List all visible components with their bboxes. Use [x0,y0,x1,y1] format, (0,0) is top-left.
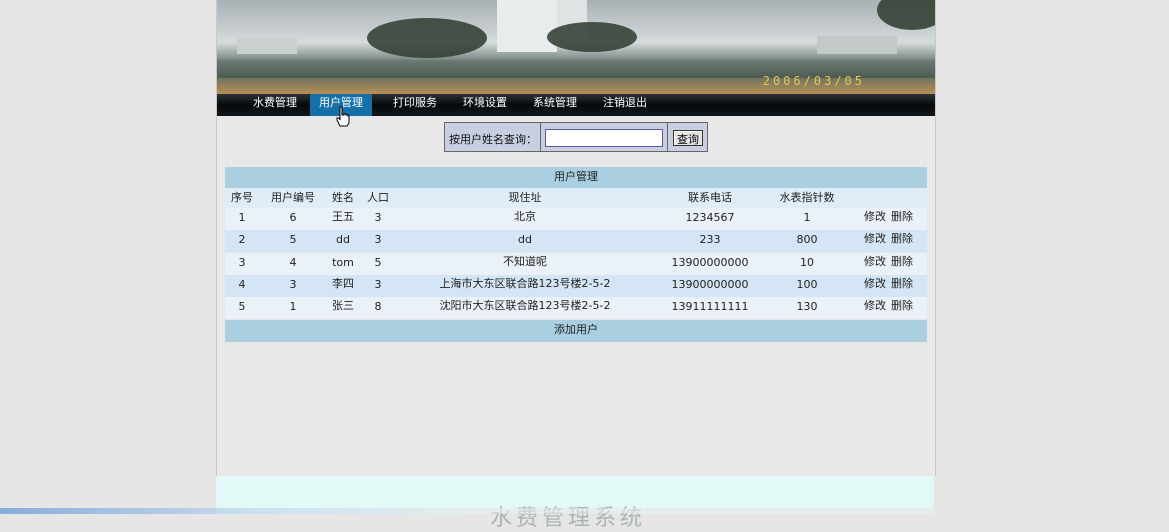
nav-item-water-fee[interactable]: 水费管理 [249,94,301,116]
table-row: 4 3 李四 3 上海市大东区联合路123号楼2-5-2 13900000000… [225,275,927,297]
cell-user-id: 1 [289,300,297,313]
cell-name: 张三 [332,299,354,312]
bottom-edge [0,508,1169,514]
cell-meter: 1 [803,211,811,224]
cell-meter: 10 [800,256,814,269]
table-header: 序号 用户编号 姓名 人口 现住址 联系电话 水表指针数 [225,188,927,208]
cell-user-id: 4 [289,256,297,269]
cell-phone: 13900000000 [671,256,749,269]
nav-item-system-management[interactable]: 系统管理 [529,94,581,116]
search-label: 按用户姓名查询： [449,133,537,146]
edit-link[interactable]: 修改 [863,253,887,275]
edit-link[interactable]: 修改 [863,208,887,230]
nav-item-environment-settings[interactable]: 环境设置 [459,94,511,116]
cell-meter: 130 [796,300,818,313]
cell-user-id: 5 [289,233,297,246]
cell-people: 5 [374,256,382,269]
edit-link[interactable]: 修改 [863,297,887,319]
delete-link[interactable]: 删除 [890,253,914,275]
cell-phone: 233 [699,233,721,246]
cell-seq: 3 [238,256,246,269]
delete-link[interactable]: 删除 [890,208,914,230]
cell-meter: 100 [796,278,818,291]
cell-name: dd [336,233,350,246]
cell-name: 李四 [332,277,354,290]
header-seq: 序号 [231,191,253,204]
cell-seq: 2 [238,233,246,246]
table-row: 1 6 王五 3 北京 1234567 1 修改 删除 [225,208,927,230]
cell-address: 上海市大东区联合路123号楼2-5-2 [439,277,611,290]
edit-link[interactable]: 修改 [863,275,887,297]
cell-phone: 13900000000 [671,278,749,291]
header-phone: 联系电话 [688,191,732,204]
cell-seq: 4 [238,278,246,291]
cell-address: 沈阳市大东区联合路123号楼2-5-2 [439,299,611,312]
header-address: 现住址 [508,191,542,204]
cell-address: 北京 [514,210,536,223]
edit-link[interactable]: 修改 [863,230,887,252]
delete-link[interactable]: 删除 [890,230,914,252]
page-frame: 2006/03/05 水费管理 用户管理 打印服务 环境设置 系统管理 注销退出… [216,0,936,476]
footer-title: 水费管理系统 [490,506,647,531]
cell-user-id: 3 [289,278,297,291]
cell-people: 3 [374,233,382,246]
cell-address: dd [518,233,532,246]
cell-phone: 1234567 [685,211,735,224]
cell-seq: 5 [238,300,246,313]
cell-people: 3 [374,278,382,291]
cell-people: 3 [374,211,382,224]
delete-link[interactable]: 删除 [890,275,914,297]
delete-link[interactable]: 删除 [890,297,914,319]
cell-address: 不知道呢 [503,255,547,268]
header-people: 人口 [367,191,389,204]
banner-image: 2006/03/05 [217,0,935,94]
banner-date: 2006/03/05 [762,74,865,88]
search-input[interactable] [545,129,663,147]
cell-people: 8 [374,300,382,313]
nav-item-logout[interactable]: 注销退出 [599,94,651,116]
cell-meter: 800 [796,233,818,246]
add-user-link[interactable]: 添加用户 [225,320,927,342]
hand-cursor-icon [336,106,350,127]
header-user-id: 用户编号 [271,191,315,204]
search-form: 按用户姓名查询： 查询 [444,122,708,152]
header-name: 姓名 [332,191,354,204]
table-title: 用户管理 [225,167,927,188]
search-button[interactable]: 查询 [673,130,703,146]
cell-seq: 1 [238,211,246,224]
cell-name: 王五 [332,210,354,223]
cell-user-id: 6 [289,211,297,224]
cell-phone: 13911111111 [671,300,749,313]
nav-item-print-service[interactable]: 打印服务 [389,94,441,116]
table-row: 2 5 dd 3 dd 233 800 修改 删除 [225,230,927,252]
table-row: 3 4 tom 5 不知道呢 13900000000 10 修改 删除 [225,253,927,275]
cell-name: tom [332,256,354,269]
header-meter: 水表指针数 [779,191,835,204]
main-nav: 水费管理 用户管理 打印服务 环境设置 系统管理 注销退出 [217,94,935,116]
table-row: 5 1 张三 8 沈阳市大东区联合路123号楼2-5-2 13911111111… [225,297,927,319]
